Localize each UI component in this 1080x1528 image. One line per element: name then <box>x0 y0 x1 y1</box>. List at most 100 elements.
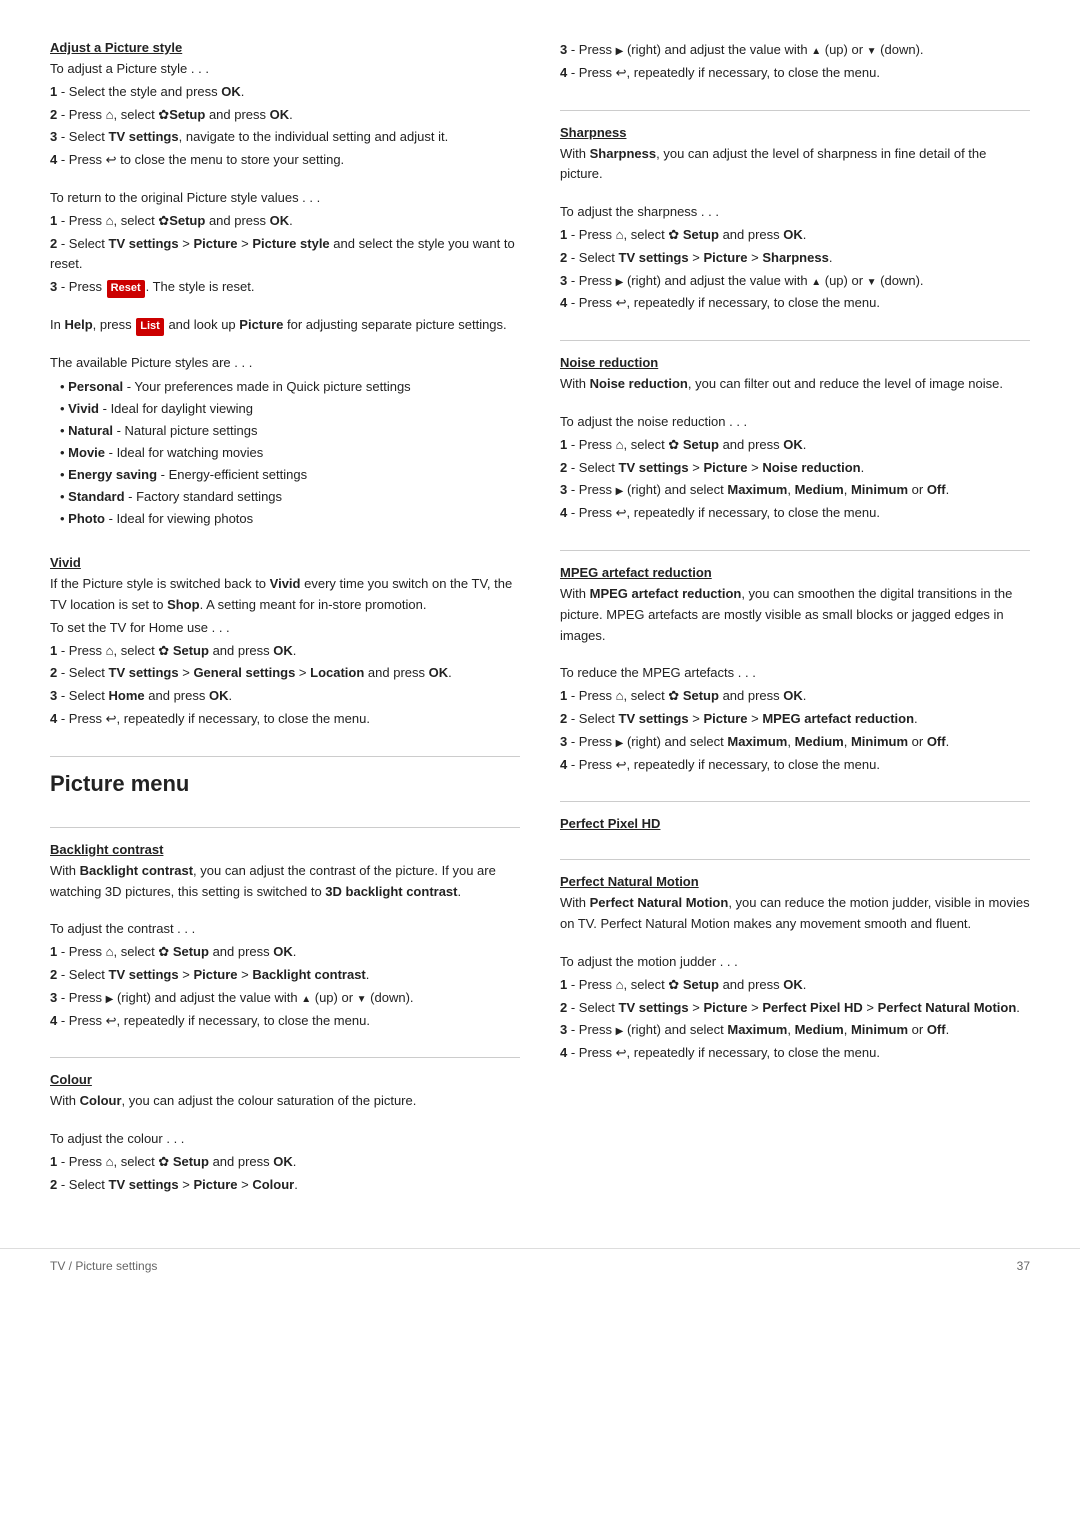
mpeg-step3: 3 - Press (right) and select Maximum, Me… <box>560 732 1030 753</box>
setup-icon-2 <box>158 213 169 228</box>
pnm-step1: 1 - Press , select Setup and press OK. <box>560 975 1030 996</box>
bullet-natural: • Natural - Natural picture settings <box>60 420 520 442</box>
setup-icon-5 <box>158 1154 169 1169</box>
adjust-style-step1: 1 - Select the style and press OK. <box>50 82 520 103</box>
up-arrow-3 <box>811 273 821 288</box>
back-icon-5 <box>616 295 627 310</box>
setup-icon-7 <box>668 437 679 452</box>
section-noise: Noise reduction With Noise reduction, yo… <box>560 355 1030 526</box>
sharpness-step4: 4 - Press , repeatedly if necessary, to … <box>560 293 1030 314</box>
sharpness-step3: 3 - Press (right) and adjust the value w… <box>560 271 1030 292</box>
section-sharpness: Sharpness With Sharpness, you can adjust… <box>560 125 1030 317</box>
home-icon-6 <box>616 227 624 242</box>
backlight-step1: 1 - Press , select Setup and press OK. <box>50 942 520 963</box>
bullet-personal: • Personal - Your preferences made in Qu… <box>60 376 520 398</box>
down-arrow-2 <box>867 42 877 57</box>
adjust-style-step4: 4 - Press to close the menu to store you… <box>50 150 520 171</box>
home-icon-7 <box>616 437 624 452</box>
home-icon-2 <box>106 213 114 228</box>
noise-step1: 1 - Press , select Setup and press OK. <box>560 435 1030 456</box>
vivid-step3: 3 - Select Home and press OK. <box>50 686 520 707</box>
back-icon-7 <box>616 757 627 772</box>
backlight-step2: 2 - Select TV settings > Picture > Backl… <box>50 965 520 986</box>
right-arrow-4 <box>616 482 624 497</box>
down-arrow-3 <box>867 273 877 288</box>
mpeg-intro: To reduce the MPEG artefacts . . . <box>560 663 1030 684</box>
divider-3 <box>50 1057 520 1058</box>
section-picture-menu: Picture menu <box>50 771 520 803</box>
left-column: Adjust a Picture style To adjust a Pictu… <box>50 40 520 1208</box>
right-column: 3 - Press (right) and adjust the value w… <box>560 40 1030 1208</box>
section-backlight: Backlight contrast With Backlight contra… <box>50 842 520 1034</box>
home-icon-4 <box>106 944 114 959</box>
picture-menu-title: Picture menu <box>50 771 520 797</box>
right-arrow-5 <box>616 734 624 749</box>
divider-r5 <box>560 859 1030 860</box>
sharpness-step2: 2 - Select TV settings > Picture > Sharp… <box>560 248 1030 269</box>
sharpness-title: Sharpness <box>560 125 1030 140</box>
back-icon-6 <box>616 505 627 520</box>
pnm-intro: To adjust the motion judder . . . <box>560 952 1030 973</box>
section-pnm: Perfect Natural Motion With Perfect Natu… <box>560 874 1030 1066</box>
divider-r2 <box>560 340 1030 341</box>
bullet-photo: • Photo - Ideal for viewing photos <box>60 508 520 530</box>
return-step2: 2 - Select TV settings > Picture > Pictu… <box>50 234 520 276</box>
vivid-step2: 2 - Select TV settings > General setting… <box>50 663 520 684</box>
colour-intro: To adjust the colour . . . <box>50 1129 520 1150</box>
setup-icon-9 <box>668 977 679 992</box>
right-arrow-6 <box>616 1022 624 1037</box>
bullet-standard: • Standard - Factory standard settings <box>60 486 520 508</box>
mpeg-title: MPEG artefact reduction <box>560 565 1030 580</box>
adjust-style-intro: To adjust a Picture style . . . <box>50 59 520 80</box>
bullet-movie: • Movie - Ideal for watching movies <box>60 442 520 464</box>
mpeg-step1: 1 - Press , select Setup and press OK. <box>560 686 1030 707</box>
divider-r3 <box>560 550 1030 551</box>
available-intro: The available Picture styles are . . . <box>50 353 520 374</box>
home-icon-5 <box>106 1154 114 1169</box>
help-note: In Help, press List and look up Picture … <box>50 315 520 336</box>
backlight-step4: 4 - Press , repeatedly if necessary, to … <box>50 1011 520 1032</box>
pnm-step4: 4 - Press , repeatedly if necessary, to … <box>560 1043 1030 1064</box>
noise-step3: 3 - Press (right) and select Maximum, Me… <box>560 480 1030 501</box>
colour-step1: 1 - Press , select Setup and press OK. <box>50 1152 520 1173</box>
vivid-title: Vivid <box>50 555 520 570</box>
mpeg-body: With MPEG artefact reduction, you can sm… <box>560 584 1030 646</box>
list-button: List <box>136 318 164 336</box>
setup-icon-6 <box>668 227 679 242</box>
mpeg-step4: 4 - Press , repeatedly if necessary, to … <box>560 755 1030 776</box>
section-vivid: Vivid If the Picture style is switched b… <box>50 555 520 732</box>
backlight-intro: To adjust the contrast . . . <box>50 919 520 940</box>
setup-icon-8 <box>668 688 679 703</box>
section-ppHD: Perfect Pixel HD <box>560 816 1030 835</box>
back-icon-8 <box>616 1045 627 1060</box>
back-icon-4 <box>616 65 627 80</box>
right-arrow-2 <box>616 42 624 57</box>
adjust-style-step3: 3 - Select TV settings, navigate to the … <box>50 127 520 148</box>
footer-right: 37 <box>1017 1259 1030 1273</box>
pnm-title: Perfect Natural Motion <box>560 874 1030 889</box>
colour-cont-step3: 3 - Press (right) and adjust the value w… <box>560 40 1030 61</box>
noise-title: Noise reduction <box>560 355 1030 370</box>
return-step1: 1 - Press , select Setup and press OK. <box>50 211 520 232</box>
backlight-step3: 3 - Press (right) and adjust the value w… <box>50 988 520 1009</box>
home-icon-8 <box>616 688 624 703</box>
section-colour-cont: 3 - Press (right) and adjust the value w… <box>560 40 1030 86</box>
noise-body: With Noise reduction, you can filter out… <box>560 374 1030 395</box>
section-colour: Colour With Colour, you can adjust the c… <box>50 1072 520 1197</box>
up-arrow-1 <box>301 990 311 1005</box>
bullet-energy: • Energy saving - Energy-efficient setti… <box>60 464 520 486</box>
setup-icon-4 <box>158 944 169 959</box>
adjust-style-step2: 2 - Press , select Setup and press OK. <box>50 105 520 126</box>
back-icon-2 <box>106 711 117 726</box>
divider-r4 <box>560 801 1030 802</box>
back-icon-3 <box>106 1013 117 1028</box>
section-mpeg: MPEG artefact reduction With MPEG artefa… <box>560 565 1030 777</box>
noise-step2: 2 - Select TV settings > Picture > Noise… <box>560 458 1030 479</box>
divider-r1 <box>560 110 1030 111</box>
page-content: Adjust a Picture style To adjust a Pictu… <box>0 0 1080 1248</box>
divider-1 <box>50 756 520 757</box>
bullet-vivid: • Vivid - Ideal for daylight viewing <box>60 398 520 420</box>
pnm-body: With Perfect Natural Motion, you can red… <box>560 893 1030 935</box>
noise-intro: To adjust the noise reduction . . . <box>560 412 1030 433</box>
backlight-title: Backlight contrast <box>50 842 520 857</box>
